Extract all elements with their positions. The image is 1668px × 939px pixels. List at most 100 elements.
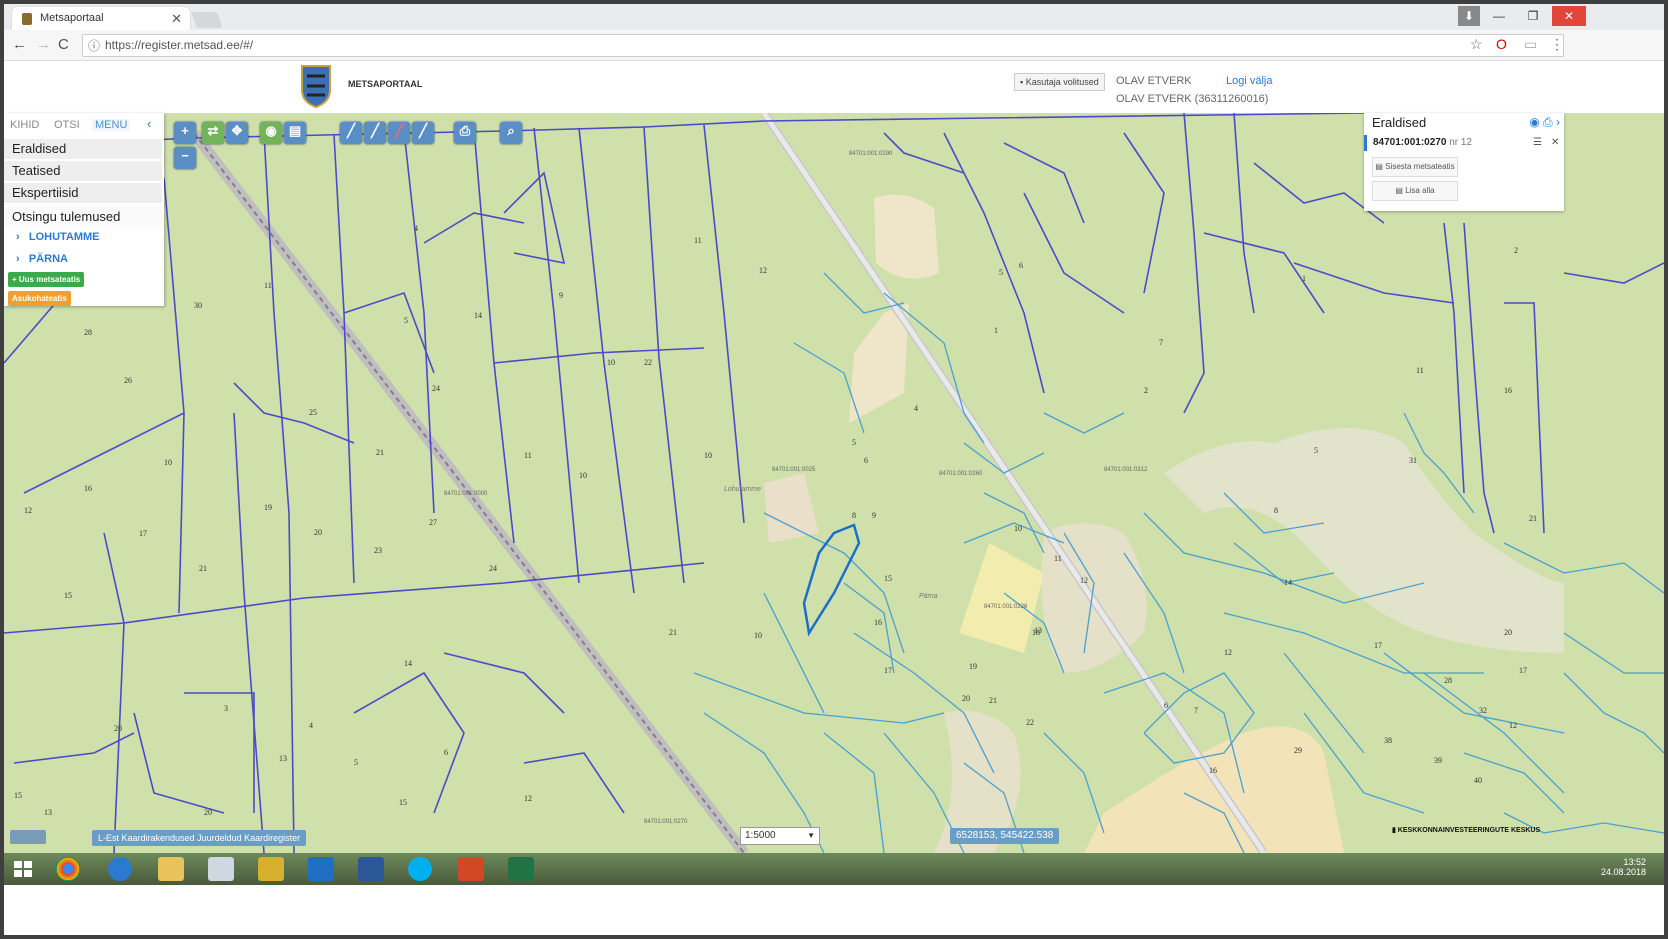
start-icon[interactable] xyxy=(10,857,36,881)
close-window-button[interactable]: ✕ xyxy=(1552,6,1586,26)
svg-text:18: 18 xyxy=(1032,628,1040,637)
menu-item-ekspertiisid[interactable]: Ekspertiisid xyxy=(4,183,162,204)
user-authorizations-button[interactable]: ▪ Kasutaja volitused xyxy=(1014,73,1105,91)
svg-text:10: 10 xyxy=(754,631,762,640)
erase-icon[interactable]: ╱ xyxy=(388,122,410,144)
menu-item-eraldised[interactable]: Eraldised xyxy=(4,139,162,160)
notepad-icon[interactable] xyxy=(208,857,234,881)
map-canvas[interactable]: 11 4 9 11 12 5 14 10 22 24 25 21 11 10 10 19 20 23 2… xyxy=(4,113,1664,853)
tab-title: Metsaportaal xyxy=(40,12,104,24)
collapse-panel-icon[interactable]: ‹ xyxy=(147,116,151,131)
new-tab-button[interactable] xyxy=(191,12,223,28)
draw-line-icon[interactable]: ╱ xyxy=(340,122,362,144)
internet-explorer-icon[interactable] xyxy=(108,857,132,881)
search-result-parna[interactable]: › PÄRNA xyxy=(16,253,68,265)
lock-icon[interactable] xyxy=(258,857,284,881)
forward-button[interactable]: → xyxy=(36,36,51,53)
svg-text:24: 24 xyxy=(489,564,497,573)
coordinate-readout: 6528153, 545422.538 xyxy=(950,828,1060,844)
place-name-labels: Lohutamme Pärna xyxy=(724,486,938,600)
svg-text:16: 16 xyxy=(1209,766,1217,775)
svg-text:23: 23 xyxy=(374,546,382,555)
excel-icon[interactable] xyxy=(508,857,534,881)
opera-icon[interactable]: O xyxy=(1496,36,1507,52)
tab-close-icon[interactable]: ✕ xyxy=(171,11,182,27)
svg-text:5: 5 xyxy=(354,758,358,767)
chevron-right-icon[interactable]: › xyxy=(1556,115,1560,129)
info-icon[interactable]: ⓘ xyxy=(88,37,100,54)
svg-text:Pärna: Pärna xyxy=(919,593,938,600)
measure-icon[interactable]: ╱ xyxy=(412,122,434,144)
address-bar[interactable]: ⓘ https://register.metsad.ee/#/ xyxy=(82,34,1564,57)
word-icon[interactable] xyxy=(358,857,384,881)
search-map-icon[interactable]: ⌕ xyxy=(500,122,522,144)
svg-text:9: 9 xyxy=(559,291,563,300)
info-tool-icon[interactable]: ▤ xyxy=(284,122,306,144)
zoom-in-button[interactable]: + xyxy=(174,122,196,144)
close-icon[interactable]: ✕ xyxy=(1551,137,1559,148)
site-header: METSAPORTAAL ▪ Kasutaja volitused OLAV E… xyxy=(4,61,1664,113)
svg-text:32: 32 xyxy=(1479,706,1487,715)
chrome-icon[interactable] xyxy=(56,857,80,881)
download-icon[interactable]: ⬇ xyxy=(1458,6,1480,26)
search-result-lohutamme[interactable]: › LOHUTAMME xyxy=(16,231,100,243)
svg-text:2: 2 xyxy=(1144,386,1148,395)
svg-text:7: 7 xyxy=(1194,706,1198,715)
clock-date: 24.08.2018 xyxy=(1600,867,1646,877)
svg-text:84701:001:0290: 84701:001:0290 xyxy=(849,151,893,157)
draw-polygon-icon[interactable]: ╱ xyxy=(364,122,386,144)
favicon-icon xyxy=(22,13,32,25)
svg-text:21: 21 xyxy=(376,448,384,457)
svg-text:3: 3 xyxy=(224,704,228,713)
menu-item-label: Otsingu tulemused xyxy=(12,209,121,224)
print-icon[interactable]: ⎙ xyxy=(1543,115,1553,129)
layer-tool-icon[interactable]: ⇄ xyxy=(202,122,224,144)
tab-layers[interactable]: KIHID xyxy=(10,119,39,131)
file-explorer-icon[interactable] xyxy=(158,857,184,881)
location-notice-button[interactable]: Asukohateatis xyxy=(8,291,71,306)
selected-parcel[interactable] xyxy=(802,523,861,637)
zoom-out-button[interactable]: − xyxy=(174,147,196,169)
powerpoint-icon[interactable] xyxy=(458,857,484,881)
svg-text:7: 7 xyxy=(1159,338,1163,347)
extension-icon[interactable]: ▭ xyxy=(1524,36,1537,53)
svg-text:15: 15 xyxy=(884,574,892,583)
print-icon[interactable]: ⎙ xyxy=(454,122,476,144)
outlook-icon[interactable] xyxy=(308,857,334,881)
bookmark-star-icon[interactable]: ☆ xyxy=(1470,36,1483,53)
insert-notice-button[interactable]: ▤ Sisesta metsateatis xyxy=(1372,157,1458,177)
add-below-label: Lisa alla xyxy=(1405,186,1435,195)
map-attribution: L-Est Kaardirakendused Juurdeldud Kaardi… xyxy=(92,830,307,846)
svg-text:84701:001:0025: 84701:001:0025 xyxy=(772,467,816,473)
back-button[interactable]: ← xyxy=(12,36,27,53)
locate-icon[interactable]: ◉ xyxy=(260,122,282,144)
overview-map-toggle[interactable] xyxy=(10,830,46,844)
parcel-row[interactable]: 84701:001:0270 nr 12 ☰ ✕ xyxy=(1364,135,1563,151)
logout-link[interactable]: Logi välja xyxy=(1226,75,1272,87)
system-clock[interactable]: 13:52 24.08.2018 xyxy=(1601,857,1646,877)
svg-text:8: 8 xyxy=(852,511,856,520)
estonia-crest-icon[interactable] xyxy=(298,64,334,108)
svg-text:10: 10 xyxy=(164,458,172,467)
user-fullname: OLAV ETVERK (36311260016) xyxy=(1116,93,1269,105)
add-forest-notice-button[interactable]: + Uus metsateatis xyxy=(8,272,85,287)
eye-icon[interactable]: ◉ xyxy=(1529,115,1539,129)
svg-text:6: 6 xyxy=(864,456,868,465)
tab-search[interactable]: OTSI xyxy=(54,119,80,131)
map-layer[interactable]: 1149 11125 1410 22 242521 111010 192023 2… xyxy=(4,113,1664,853)
browser-tab[interactable]: Metsaportaal ✕ xyxy=(12,7,190,30)
menu-item-otsingu-tulemused[interactable]: Otsingu tulemused xyxy=(4,207,162,228)
tab-menu[interactable]: MENU xyxy=(92,119,131,131)
svg-text:15: 15 xyxy=(14,791,22,800)
skype-icon[interactable] xyxy=(408,857,432,881)
add-below-button[interactable]: ▤ Lisa alla xyxy=(1372,181,1458,201)
scale-select[interactable]: 1:5000 ▼ xyxy=(740,827,820,845)
maximize-button[interactable]: ❐ xyxy=(1516,6,1550,26)
menu-item-teatised[interactable]: Teatised xyxy=(4,161,162,182)
pan-tool-icon[interactable]: ✥ xyxy=(226,122,248,144)
list-icon[interactable]: ☰ xyxy=(1533,137,1542,148)
minimize-button[interactable]: — xyxy=(1482,6,1516,26)
menu-icon[interactable]: ⋮ xyxy=(1550,36,1564,53)
reload-button[interactable]: C xyxy=(58,36,69,53)
svg-text:8: 8 xyxy=(1274,506,1278,515)
